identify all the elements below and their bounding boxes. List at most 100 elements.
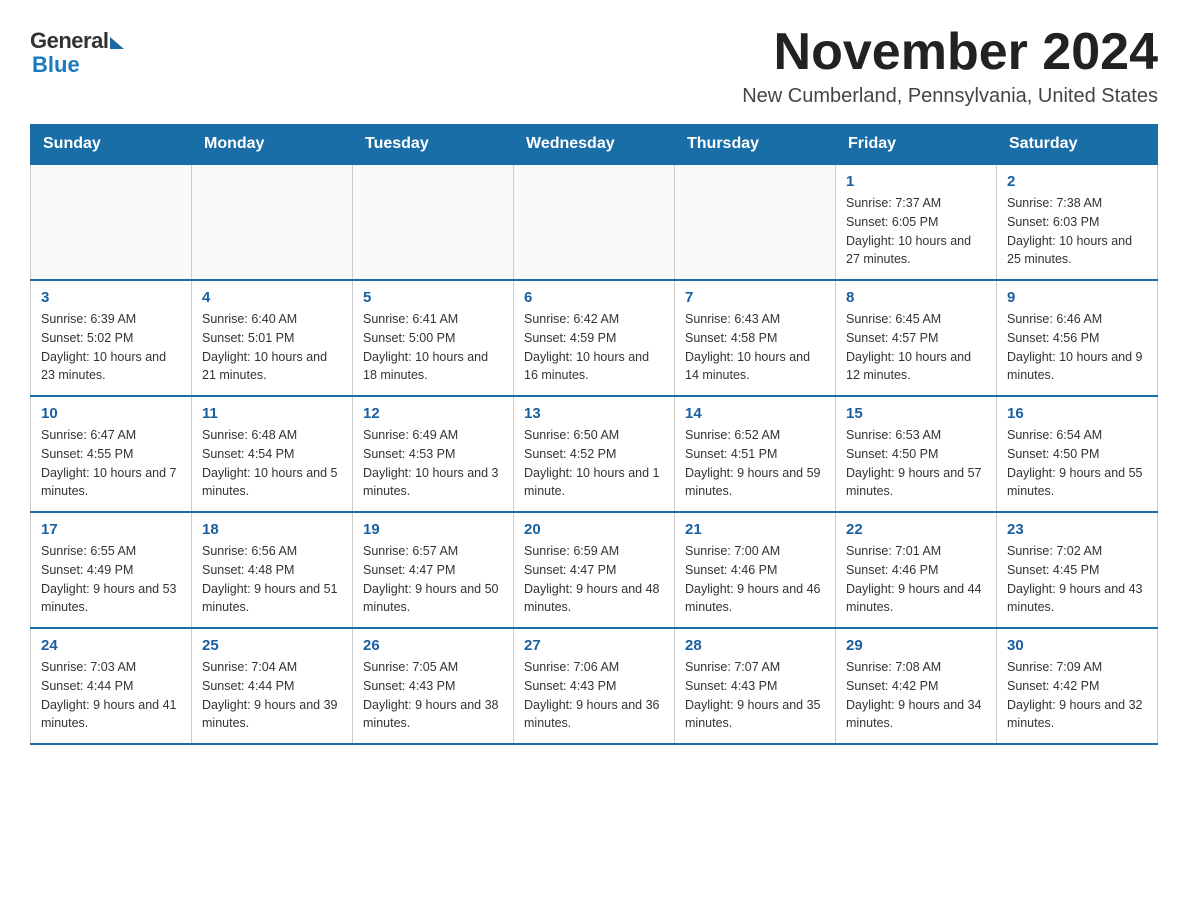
calendar-cell: 29 Sunrise: 7:08 AM Sunset: 4:42 PM Dayli… <box>836 628 997 744</box>
day-info: Sunrise: 7:06 AM Sunset: 4:43 PM Dayligh… <box>524 658 664 733</box>
day-number: 4 <box>202 289 342 306</box>
calendar-cell: 13 Sunrise: 6:50 AM Sunset: 4:52 PM Dayli… <box>514 396 675 512</box>
day-info: Sunrise: 6:41 AM Sunset: 5:00 PM Dayligh… <box>363 310 503 385</box>
weekday-header-wednesday: Wednesday <box>514 125 675 165</box>
logo-blue-text: Blue <box>32 52 80 78</box>
calendar-cell <box>675 164 836 280</box>
calendar-cell: 18 Sunrise: 6:56 AM Sunset: 4:48 PM Dayli… <box>192 512 353 628</box>
logo-general-text: General <box>30 28 108 54</box>
calendar-cell: 16Sunrise: 6:54 AM Sunset: 4:50 PM Dayli… <box>997 396 1158 512</box>
weekday-header-tuesday: Tuesday <box>353 125 514 165</box>
calendar-cell: 23Sunrise: 7:02 AM Sunset: 4:45 PM Dayli… <box>997 512 1158 628</box>
day-info: Sunrise: 6:48 AM Sunset: 4:54 PM Dayligh… <box>202 426 342 501</box>
calendar-cell: 3 Sunrise: 6:39 AM Sunset: 5:02 PM Daylig… <box>31 280 192 396</box>
calendar-week-row: 3 Sunrise: 6:39 AM Sunset: 5:02 PM Daylig… <box>31 280 1158 396</box>
calendar-week-row: 24 Sunrise: 7:03 AM Sunset: 4:44 PM Dayli… <box>31 628 1158 744</box>
calendar-cell: 10 Sunrise: 6:47 AM Sunset: 4:55 PM Dayli… <box>31 396 192 512</box>
day-info: Sunrise: 6:45 AM Sunset: 4:57 PM Dayligh… <box>846 310 986 385</box>
day-info: Sunrise: 7:03 AM Sunset: 4:44 PM Dayligh… <box>41 658 181 733</box>
calendar-table: SundayMondayTuesdayWednesdayThursdayFrid… <box>30 124 1158 745</box>
day-number: 13 <box>524 405 664 422</box>
day-info: Sunrise: 6:55 AM Sunset: 4:49 PM Dayligh… <box>41 542 181 617</box>
day-number: 16 <box>1007 405 1147 422</box>
day-info: Sunrise: 7:07 AM Sunset: 4:43 PM Dayligh… <box>685 658 825 733</box>
title-section: November 2024 New Cumberland, Pennsylvan… <box>742 24 1158 108</box>
weekday-header-friday: Friday <box>836 125 997 165</box>
calendar-cell: 22Sunrise: 7:01 AM Sunset: 4:46 PM Dayli… <box>836 512 997 628</box>
day-number: 10 <box>41 405 181 422</box>
day-number: 6 <box>524 289 664 306</box>
weekday-header-saturday: Saturday <box>997 125 1158 165</box>
day-number: 12 <box>363 405 503 422</box>
calendar-cell: 6Sunrise: 6:42 AM Sunset: 4:59 PM Daylig… <box>514 280 675 396</box>
day-number: 3 <box>41 289 181 306</box>
calendar-cell: 26Sunrise: 7:05 AM Sunset: 4:43 PM Dayli… <box>353 628 514 744</box>
day-number: 8 <box>846 289 986 306</box>
calendar-cell: 14 Sunrise: 6:52 AM Sunset: 4:51 PM Dayli… <box>675 396 836 512</box>
day-info: Sunrise: 6:47 AM Sunset: 4:55 PM Dayligh… <box>41 426 181 501</box>
day-info: Sunrise: 6:59 AM Sunset: 4:47 PM Dayligh… <box>524 542 664 617</box>
day-number: 11 <box>202 405 342 422</box>
calendar-cell: 9 Sunrise: 6:46 AM Sunset: 4:56 PM Daylig… <box>997 280 1158 396</box>
day-info: Sunrise: 6:52 AM Sunset: 4:51 PM Dayligh… <box>685 426 825 501</box>
calendar-cell: 17 Sunrise: 6:55 AM Sunset: 4:49 PM Dayli… <box>31 512 192 628</box>
page-header: General Blue November 2024 New Cumberlan… <box>30 24 1158 108</box>
day-number: 22 <box>846 521 986 538</box>
day-number: 20 <box>524 521 664 538</box>
calendar-week-row: 1 Sunrise: 7:37 AM Sunset: 6:05 PM Daylig… <box>31 164 1158 280</box>
day-number: 17 <box>41 521 181 538</box>
day-info: Sunrise: 6:49 AM Sunset: 4:53 PM Dayligh… <box>363 426 503 501</box>
calendar-cell <box>192 164 353 280</box>
day-number: 27 <box>524 637 664 654</box>
day-info: Sunrise: 6:46 AM Sunset: 4:56 PM Dayligh… <box>1007 310 1147 385</box>
day-info: Sunrise: 7:00 AM Sunset: 4:46 PM Dayligh… <box>685 542 825 617</box>
day-number: 29 <box>846 637 986 654</box>
weekday-header-row: SundayMondayTuesdayWednesdayThursdayFrid… <box>31 125 1158 165</box>
calendar-cell: 15Sunrise: 6:53 AM Sunset: 4:50 PM Dayli… <box>836 396 997 512</box>
day-info: Sunrise: 6:43 AM Sunset: 4:58 PM Dayligh… <box>685 310 825 385</box>
day-info: Sunrise: 7:09 AM Sunset: 4:42 PM Dayligh… <box>1007 658 1147 733</box>
calendar-cell: 8 Sunrise: 6:45 AM Sunset: 4:57 PM Daylig… <box>836 280 997 396</box>
calendar-week-row: 17 Sunrise: 6:55 AM Sunset: 4:49 PM Dayli… <box>31 512 1158 628</box>
calendar-cell: 25Sunrise: 7:04 AM Sunset: 4:44 PM Dayli… <box>192 628 353 744</box>
day-number: 19 <box>363 521 503 538</box>
calendar-cell <box>353 164 514 280</box>
day-info: Sunrise: 6:39 AM Sunset: 5:02 PM Dayligh… <box>41 310 181 385</box>
day-number: 21 <box>685 521 825 538</box>
day-info: Sunrise: 7:37 AM Sunset: 6:05 PM Dayligh… <box>846 194 986 269</box>
calendar-cell: 30 Sunrise: 7:09 AM Sunset: 4:42 PM Dayli… <box>997 628 1158 744</box>
day-number: 25 <box>202 637 342 654</box>
day-number: 5 <box>363 289 503 306</box>
day-number: 18 <box>202 521 342 538</box>
day-info: Sunrise: 6:57 AM Sunset: 4:47 PM Dayligh… <box>363 542 503 617</box>
calendar-cell: 20 Sunrise: 6:59 AM Sunset: 4:47 PM Dayli… <box>514 512 675 628</box>
day-number: 2 <box>1007 173 1147 190</box>
calendar-week-row: 10 Sunrise: 6:47 AM Sunset: 4:55 PM Dayli… <box>31 396 1158 512</box>
calendar-cell: 11 Sunrise: 6:48 AM Sunset: 4:54 PM Dayli… <box>192 396 353 512</box>
day-number: 30 <box>1007 637 1147 654</box>
day-info: Sunrise: 7:08 AM Sunset: 4:42 PM Dayligh… <box>846 658 986 733</box>
logo-arrow-icon <box>110 37 124 49</box>
calendar-cell <box>514 164 675 280</box>
month-year-title: November 2024 <box>742 24 1158 81</box>
day-info: Sunrise: 6:56 AM Sunset: 4:48 PM Dayligh… <box>202 542 342 617</box>
day-number: 23 <box>1007 521 1147 538</box>
day-number: 26 <box>363 637 503 654</box>
calendar-cell: 19 Sunrise: 6:57 AM Sunset: 4:47 PM Dayli… <box>353 512 514 628</box>
logo: General Blue <box>30 28 124 78</box>
calendar-cell: 7Sunrise: 6:43 AM Sunset: 4:58 PM Daylig… <box>675 280 836 396</box>
calendar-cell: 27 Sunrise: 7:06 AM Sunset: 4:43 PM Dayli… <box>514 628 675 744</box>
calendar-cell: 24 Sunrise: 7:03 AM Sunset: 4:44 PM Dayli… <box>31 628 192 744</box>
day-number: 24 <box>41 637 181 654</box>
weekday-header-sunday: Sunday <box>31 125 192 165</box>
day-number: 14 <box>685 405 825 422</box>
day-number: 9 <box>1007 289 1147 306</box>
calendar-cell: 2Sunrise: 7:38 AM Sunset: 6:03 PM Daylig… <box>997 164 1158 280</box>
day-info: Sunrise: 6:53 AM Sunset: 4:50 PM Dayligh… <box>846 426 986 501</box>
calendar-cell: 4Sunrise: 6:40 AM Sunset: 5:01 PM Daylig… <box>192 280 353 396</box>
day-info: Sunrise: 6:50 AM Sunset: 4:52 PM Dayligh… <box>524 426 664 501</box>
weekday-header-thursday: Thursday <box>675 125 836 165</box>
day-number: 1 <box>846 173 986 190</box>
calendar-cell: 21 Sunrise: 7:00 AM Sunset: 4:46 PM Dayli… <box>675 512 836 628</box>
weekday-header-monday: Monday <box>192 125 353 165</box>
